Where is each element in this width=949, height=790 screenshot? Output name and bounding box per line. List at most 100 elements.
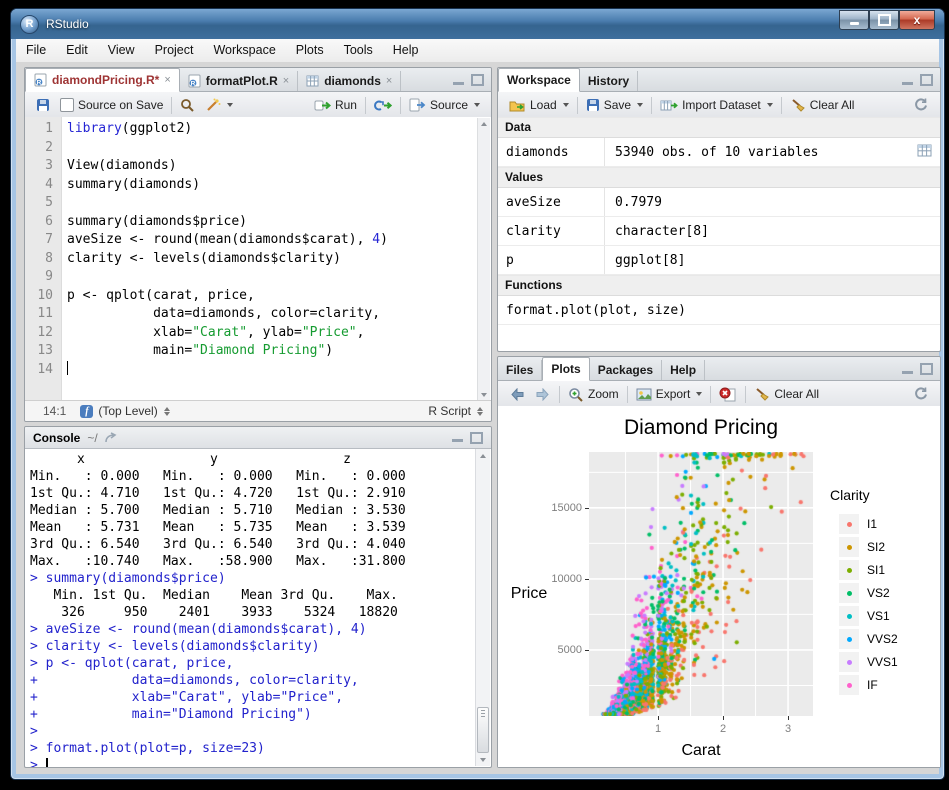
line-number: 2 xyxy=(25,139,61,158)
remove-plot-button[interactable] xyxy=(714,385,742,404)
clear-all-plots-button[interactable]: Clear All xyxy=(749,385,824,403)
tab-diamondpricing-r-[interactable]: RdiamondPricing.R*× xyxy=(25,68,180,92)
console-scrollbar[interactable] xyxy=(475,449,490,766)
goto-directory-icon[interactable] xyxy=(104,432,120,444)
legend-label: SI1 xyxy=(867,563,885,577)
minimize-pane-icon[interactable] xyxy=(902,82,913,85)
load-workspace-button[interactable]: Load xyxy=(504,96,574,114)
minimize-pane-icon[interactable] xyxy=(453,82,464,85)
source-on-save-label: Source on Save xyxy=(78,98,163,112)
menu-file[interactable]: File xyxy=(16,39,56,62)
source-statusbar: 14:1 f (Top Level) R Script xyxy=(25,400,491,421)
tab-history[interactable]: History xyxy=(580,71,638,91)
scroll-up-arrow[interactable] xyxy=(476,450,490,461)
clear-all-button[interactable]: Clear All xyxy=(785,96,860,114)
legend-entry-si1: SI1 xyxy=(839,560,885,580)
workspace-object-row[interactable]: format.plot(plot, size) xyxy=(498,296,940,325)
editor-line: 7aveSize <- round(mean(diamonds$carat), … xyxy=(25,231,491,250)
console-output-line: Min. 1st Qu. Median Mean 3rd Qu. Max. xyxy=(30,587,475,604)
plots-tabstrip: Files PlotsPackages Help xyxy=(498,357,940,381)
view-data-button[interactable] xyxy=(917,144,932,157)
legend-label: I1 xyxy=(867,517,877,531)
y-tick-mark xyxy=(585,579,589,580)
toolbar-separator xyxy=(171,97,172,114)
scroll-up-arrow[interactable] xyxy=(478,118,490,129)
minimize-button[interactable] xyxy=(839,10,869,30)
broom-icon xyxy=(754,387,770,401)
maximize-pane-icon[interactable] xyxy=(471,74,484,86)
maximize-pane-icon[interactable] xyxy=(470,432,483,444)
doc-type-selector[interactable]: R Script xyxy=(428,404,471,418)
minimize-pane-icon[interactable] xyxy=(452,439,463,442)
tab-plots[interactable]: Plots xyxy=(542,357,589,381)
console-input-line: > xyxy=(30,757,475,767)
menu-plots[interactable]: Plots xyxy=(286,39,334,62)
maximize-button[interactable] xyxy=(869,10,899,30)
scrollbar-thumb[interactable] xyxy=(477,707,489,753)
import-dataset-button[interactable]: Import Dataset xyxy=(655,96,778,114)
maximize-pane-icon[interactable] xyxy=(920,74,933,86)
tab-label: Help xyxy=(670,363,696,377)
legend-label: VS1 xyxy=(867,609,890,623)
tab-packages[interactable]: Packages xyxy=(590,360,662,380)
workspace-object-row[interactable]: pggplot[8] xyxy=(498,246,940,275)
cursor-position: 14:1 xyxy=(43,404,66,418)
close-tab-icon[interactable]: × xyxy=(164,74,170,86)
tab-label: History xyxy=(588,74,629,88)
code-editor[interactable]: 1library(ggplot2)23View(diamonds)4summar… xyxy=(25,117,491,401)
run-button[interactable]: Run xyxy=(309,96,362,114)
menu-workspace[interactable]: Workspace xyxy=(203,39,285,62)
close-tab-icon[interactable]: × xyxy=(386,75,392,87)
workspace-section-values: Values xyxy=(498,167,940,188)
source-on-save-toggle[interactable]: Source on Save xyxy=(55,96,168,114)
maximize-pane-icon[interactable] xyxy=(920,363,933,375)
tab-help[interactable]: Help xyxy=(662,360,705,380)
legend-label: VS2 xyxy=(867,586,890,600)
close-tab-icon[interactable]: × xyxy=(283,75,289,87)
tab-label: Files xyxy=(506,363,533,377)
workspace-object-row[interactable]: claritycharacter[8] xyxy=(498,217,940,246)
code-tools-button[interactable] xyxy=(200,96,238,115)
scope-selector[interactable]: (Top Level) xyxy=(98,404,157,418)
save-button[interactable] xyxy=(31,96,55,114)
rerun-icon xyxy=(374,99,392,112)
zoom-plot-button[interactable]: Zoom xyxy=(563,385,624,404)
source-button[interactable]: Source xyxy=(404,96,485,114)
workspace-object-row[interactable]: aveSize0.7979 xyxy=(498,188,940,217)
scroll-down-arrow[interactable] xyxy=(476,754,490,765)
legend-key xyxy=(839,606,859,626)
menu-view[interactable]: View xyxy=(98,39,145,62)
export-plot-button[interactable]: Export xyxy=(631,385,708,403)
tab-formatplot-r[interactable]: RformatPlot.R× xyxy=(180,71,298,91)
console-output[interactable]: x y zMin. : 0.000 Min. : 0.000 Min. : 0.… xyxy=(25,449,475,767)
source-on-save-checkbox[interactable] xyxy=(60,98,74,112)
minimize-pane-icon[interactable] xyxy=(902,371,913,374)
refresh-button[interactable] xyxy=(908,95,934,115)
close-button[interactable]: x xyxy=(899,10,935,30)
code-text xyxy=(61,361,68,380)
find-replace-button[interactable] xyxy=(175,96,200,115)
previous-plot-button[interactable] xyxy=(504,386,530,403)
workspace-object-row[interactable]: diamonds53940 obs. of 10 variables xyxy=(498,138,940,167)
toolbar-separator xyxy=(400,97,401,114)
menu-edit[interactable]: Edit xyxy=(56,39,98,62)
save-workspace-button[interactable]: Save xyxy=(581,96,648,114)
refresh-plot-button[interactable] xyxy=(908,384,934,404)
tab-files[interactable]: Files xyxy=(498,360,542,380)
source-tabstrip: RdiamondPricing.R*×RformatPlot.R×diamond… xyxy=(25,68,491,92)
menu-tools[interactable]: Tools xyxy=(334,39,383,62)
code-text: View(diamonds) xyxy=(61,157,177,176)
code-text: aveSize <- round(mean(diamonds$carat), 4… xyxy=(61,231,388,250)
legend-entry-si2: SI2 xyxy=(839,537,885,557)
rerun-button[interactable] xyxy=(369,97,397,114)
editor-scrollbar[interactable] xyxy=(477,118,490,400)
y-axis-title: Price xyxy=(498,585,560,603)
menu-help[interactable]: Help xyxy=(383,39,429,62)
window-titlebar[interactable]: R RStudio x xyxy=(11,9,944,39)
tab-diamonds[interactable]: diamonds× xyxy=(298,71,401,91)
next-plot-button[interactable] xyxy=(530,386,556,403)
scroll-down-arrow[interactable] xyxy=(478,389,490,400)
menu-project[interactable]: Project xyxy=(145,39,204,62)
tab-workspace[interactable]: Workspace xyxy=(498,68,580,92)
editor-line: 12 xlab="Carat", ylab="Price", xyxy=(25,324,491,343)
